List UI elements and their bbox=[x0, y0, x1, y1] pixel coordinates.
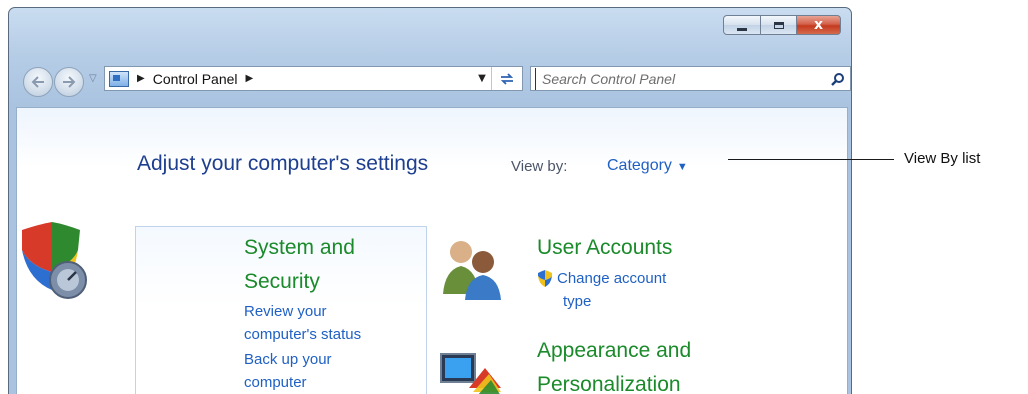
uac-shield-icon bbox=[538, 270, 552, 287]
link-line[interactable]: computer bbox=[244, 371, 332, 394]
category-title-system-security[interactable]: System and Security bbox=[244, 231, 355, 299]
maximize-button[interactable] bbox=[761, 15, 797, 35]
view-by-dropdown[interactable]: Category ▼ bbox=[607, 157, 688, 175]
link-line[interactable]: computer's status bbox=[244, 323, 361, 346]
category-title-line[interactable]: Personalization bbox=[537, 368, 691, 394]
close-button[interactable]: x bbox=[797, 15, 841, 35]
callout-label: View By list bbox=[904, 150, 981, 167]
refresh-button[interactable] bbox=[491, 67, 522, 90]
maximize-icon bbox=[773, 21, 784, 29]
search-icon[interactable] bbox=[826, 72, 850, 86]
caption-buttons: x bbox=[723, 15, 841, 35]
search-box[interactable] bbox=[530, 66, 851, 91]
breadcrumb-arrow-icon[interactable]: ▶ bbox=[137, 73, 145, 84]
minimize-icon bbox=[737, 27, 747, 31]
address-dropdown-icon[interactable]: ▼ bbox=[473, 73, 491, 84]
forward-arrow-icon bbox=[63, 76, 76, 88]
category-title-line[interactable]: System and bbox=[244, 231, 355, 265]
control-panel-window: x ▽ ▶ Control Panel ▶ ▼ Search Control P… bbox=[8, 7, 852, 394]
chevron-down-icon[interactable]: ▼ bbox=[677, 161, 688, 173]
refresh-icon bbox=[500, 72, 514, 85]
back-arrow-icon bbox=[31, 76, 44, 88]
content-pane: Adjust your computer's settings View by:… bbox=[16, 107, 848, 394]
review-status-link[interactable]: Review your computer's status bbox=[244, 300, 361, 346]
forward-button[interactable] bbox=[54, 67, 84, 97]
backup-link[interactable]: Back up your computer bbox=[244, 348, 332, 394]
breadcrumb-control-panel[interactable]: Control Panel bbox=[153, 71, 238, 87]
link-line[interactable]: Review your bbox=[244, 300, 361, 323]
category-title-appearance[interactable]: Appearance and Personalization bbox=[537, 334, 691, 394]
category-title-line[interactable]: Appearance and bbox=[537, 334, 691, 368]
navigation-row: ▽ ▶ Control Panel ▶ ▼ bbox=[23, 63, 851, 97]
shield-icon bbox=[22, 222, 87, 299]
category-title-user-accounts[interactable]: User Accounts bbox=[537, 234, 672, 262]
change-account-type-link-cont[interactable]: type bbox=[563, 291, 591, 313]
search-input[interactable] bbox=[535, 67, 826, 90]
link-line[interactable]: Change account bbox=[557, 268, 666, 290]
breadcrumb-arrow-icon[interactable]: ▶ bbox=[246, 73, 254, 84]
close-icon: x bbox=[813, 17, 824, 33]
control-panel-icon bbox=[109, 70, 129, 87]
appearance-icon bbox=[440, 353, 501, 394]
link-line[interactable]: Back up your bbox=[244, 348, 332, 371]
back-button[interactable] bbox=[23, 67, 53, 97]
link-line[interactable]: type bbox=[563, 291, 591, 313]
view-by-selected[interactable]: Category bbox=[607, 157, 672, 174]
change-account-type-link[interactable]: Change account bbox=[557, 268, 666, 290]
category-title-line[interactable]: Security bbox=[244, 265, 355, 299]
page-title: Adjust your computer's settings bbox=[137, 152, 429, 175]
minimize-button[interactable] bbox=[723, 15, 761, 35]
callout-line bbox=[728, 159, 894, 160]
address-bar[interactable]: ▶ Control Panel ▶ ▼ bbox=[104, 66, 523, 91]
recent-pages-dropdown-icon[interactable]: ▽ bbox=[89, 73, 97, 84]
view-by-label: View by: bbox=[511, 158, 568, 175]
users-icon bbox=[443, 241, 501, 300]
